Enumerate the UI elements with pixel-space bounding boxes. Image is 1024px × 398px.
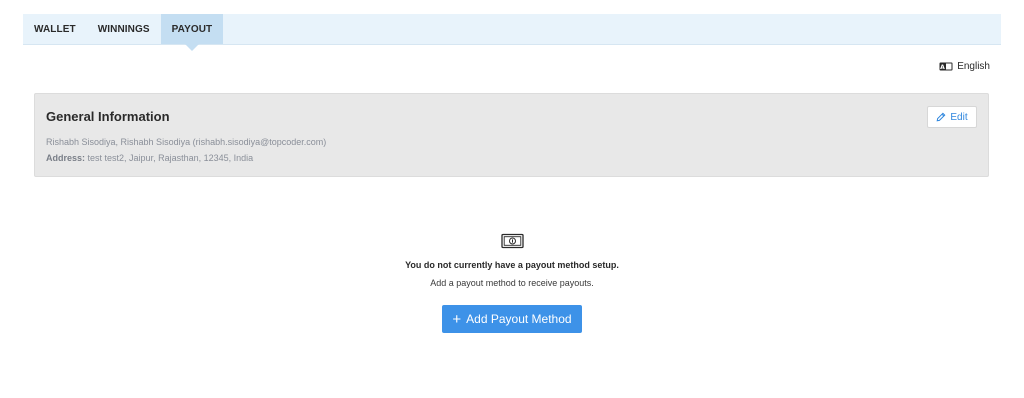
tab-payout-label: PAYOUT (171, 23, 213, 35)
general-information-title: General Information (46, 109, 170, 124)
tab-wallet-label: WALLET (34, 23, 76, 35)
plus-icon: + (452, 310, 462, 328)
tab-bar: WALLET WINNINGS PAYOUT (23, 14, 1001, 51)
tab-winnings-label: WINNINGS (97, 23, 150, 35)
add-payout-method-label: Add Payout Method (466, 312, 572, 326)
general-information-card: General Information Rishabh Sisodiya, Ri… (34, 93, 989, 177)
tab-payout[interactable]: PAYOUT (160, 14, 224, 51)
empty-state-title: You do not currently have a payout metho… (405, 260, 619, 270)
edit-button[interactable]: Edit (927, 106, 977, 128)
user-address: Address: test test2, Jaipur, Rajasthan, … (46, 153, 253, 163)
language-selector[interactable]: A English (939, 61, 990, 72)
language-icon: A (939, 62, 953, 71)
tab-wallet[interactable]: WALLET (23, 14, 87, 44)
pencil-icon (936, 112, 946, 122)
empty-state: You do not currently have a payout metho… (0, 233, 1024, 288)
add-payout-method-button[interactable]: + Add Payout Method (442, 305, 582, 333)
empty-state-subtitle: Add a payout method to receive payouts. (430, 278, 594, 288)
money-icon (500, 233, 524, 249)
address-label: Address: (46, 153, 86, 163)
address-value: test test2, Jaipur, Rajasthan, 12345, In… (87, 153, 254, 163)
svg-text:A: A (940, 64, 945, 71)
edit-label: Edit (950, 111, 968, 123)
user-name-email: Rishabh Sisodiya, Rishabh Sisodiya (rish… (46, 137, 327, 147)
tab-winnings[interactable]: WINNINGS (87, 14, 161, 44)
language-label: English (957, 61, 990, 72)
